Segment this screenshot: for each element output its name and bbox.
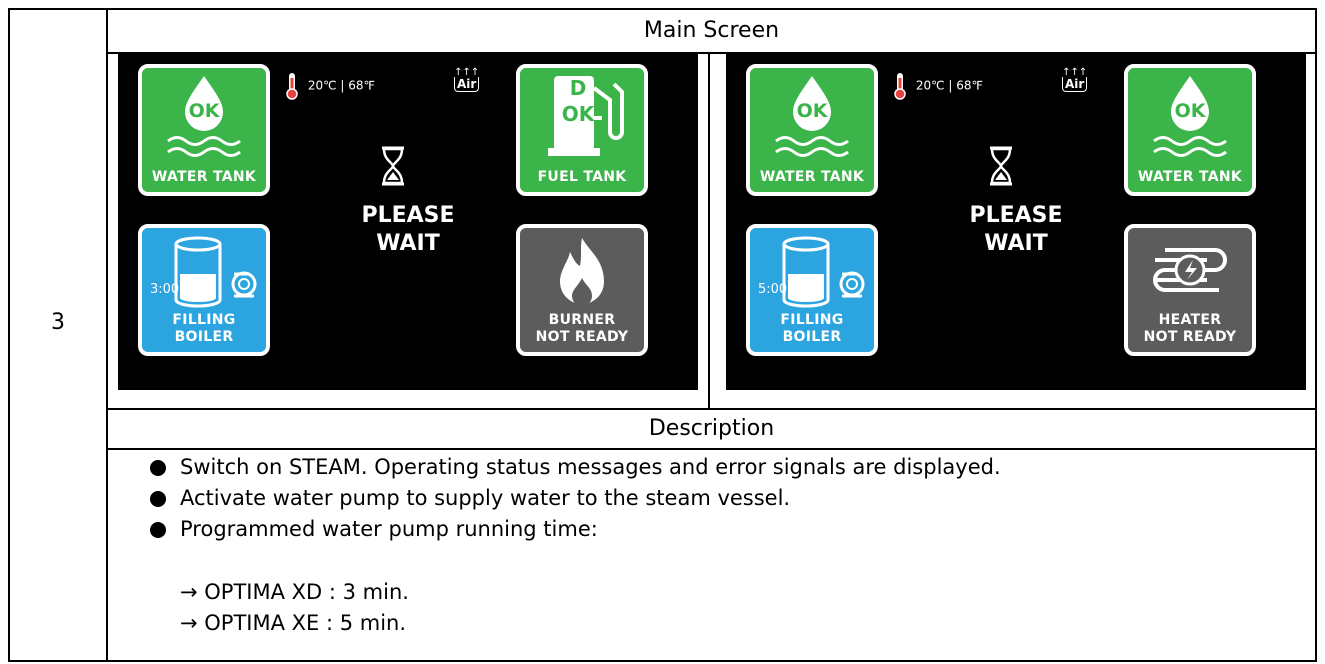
air-label: Air (1062, 77, 1088, 92)
label-line-2: BOILER (174, 329, 234, 345)
ok-badge: OK (561, 102, 595, 126)
air-label: Air (454, 77, 480, 92)
boiler-pump-icon (782, 236, 865, 308)
thermometer-icon (894, 73, 906, 100)
temperature-readout: 20℃ | 68℉ (894, 72, 983, 100)
wait-line-2: WAIT (984, 231, 1048, 256)
main-screen-optima-xe: OK WATER TANK 5:00 FILLING BOILER 20℃ | … (726, 54, 1306, 390)
sub-item-optima-xd: → OPTIMA XD : 3 min. (180, 580, 409, 604)
please-wait-message: PLEASE WAIT (906, 202, 1126, 258)
hourglass-icon (382, 146, 404, 186)
label-line-1: FILLING (172, 312, 236, 328)
tile-label: FUEL TANK (537, 169, 627, 185)
panel-divider (708, 54, 710, 408)
waves-icon (775, 136, 849, 157)
heater-tile[interactable]: HEATER NOT READY (1124, 224, 1256, 356)
label-line-1: FILLING (780, 312, 844, 328)
label-line-1: BURNER (548, 312, 616, 328)
label-line-1: HEATER (1158, 312, 1222, 328)
water-tank-tile[interactable]: OK WATER TANK (746, 64, 878, 196)
main-screen-header: Main Screen (643, 18, 780, 43)
bullet-dot (150, 491, 166, 507)
wait-line-1: PLEASE (969, 203, 1063, 228)
row-number: 3 (51, 310, 65, 335)
wait-line-2: WAIT (376, 231, 440, 256)
label-line-2: BOILER (782, 329, 842, 345)
tile-label: BURNER NOT READY (520, 312, 644, 346)
boiler-pump-icon (174, 236, 257, 308)
bullet-text: Switch on STEAM. Operating status messag… (180, 455, 1001, 479)
ok-badge: OK (188, 100, 220, 122)
water-tank-tile[interactable]: OK WATER TANK (138, 64, 270, 196)
description-list: Switch on STEAM. Operating status messag… (150, 452, 1001, 545)
bullet-text: Activate water pump to supply water to t… (180, 486, 791, 510)
please-wait-message: PLEASE WAIT (298, 202, 518, 258)
flame-icon (560, 238, 604, 306)
ok-badge: OK (796, 100, 828, 122)
bullet-dot (150, 522, 166, 538)
hourglass-icon (990, 146, 1012, 186)
column-divider (106, 10, 108, 660)
tile-label: WATER TANK (759, 169, 865, 185)
thermometer-icon (286, 73, 298, 100)
tile-label: HEATER NOT READY (1128, 312, 1252, 346)
label-line-2: NOT READY (1143, 329, 1237, 345)
burner-tile[interactable]: BURNER NOT READY (516, 224, 648, 356)
list-item: Programmed water pump running time: (150, 514, 1001, 545)
main-screen-optima-xd: OK WATER TANK 3:00 FILLING BOILER 20℃ | … (118, 54, 698, 390)
air-icon: ↑↑↑ Air (454, 67, 480, 92)
temperature-text: 20℃ | 68℉ (307, 78, 375, 93)
bullet-dot (150, 460, 166, 476)
heater-coil-icon (1153, 248, 1227, 292)
wait-line-1: PLEASE (361, 203, 455, 228)
tile-label: FILLING BOILER (142, 312, 266, 346)
description-header: Description (648, 416, 775, 441)
temperature-text: 20℃ | 68℉ (915, 78, 983, 93)
waves-icon (167, 136, 241, 157)
water-tank-tile[interactable]: OK WATER TANK (1124, 64, 1256, 196)
list-item: Switch on STEAM. Operating status messag… (150, 452, 1001, 483)
tile-label: WATER TANK (151, 169, 257, 185)
diesel-badge: D (569, 76, 587, 100)
waves-icon (1153, 136, 1227, 157)
filling-boiler-tile[interactable]: 3:00 FILLING BOILER (138, 224, 270, 356)
sub-item-optima-xe: → OPTIMA XE : 5 min. (180, 611, 407, 635)
tile-label: FILLING BOILER (750, 312, 874, 346)
ok-badge: OK (1174, 100, 1206, 122)
tile-label: WATER TANK (1137, 169, 1243, 185)
air-icon: ↑↑↑ Air (1062, 67, 1088, 92)
temperature-readout: 20℃ | 68℉ (286, 72, 375, 100)
bullet-text: Programmed water pump running time: (180, 517, 598, 541)
label-line-2: NOT READY (535, 329, 629, 345)
filling-boiler-tile[interactable]: 5:00 FILLING BOILER (746, 224, 878, 356)
list-item: Activate water pump to supply water to t… (150, 483, 1001, 514)
fuel-tank-tile[interactable]: D OK FUEL TANK (516, 64, 648, 196)
row-divider (106, 448, 1315, 450)
